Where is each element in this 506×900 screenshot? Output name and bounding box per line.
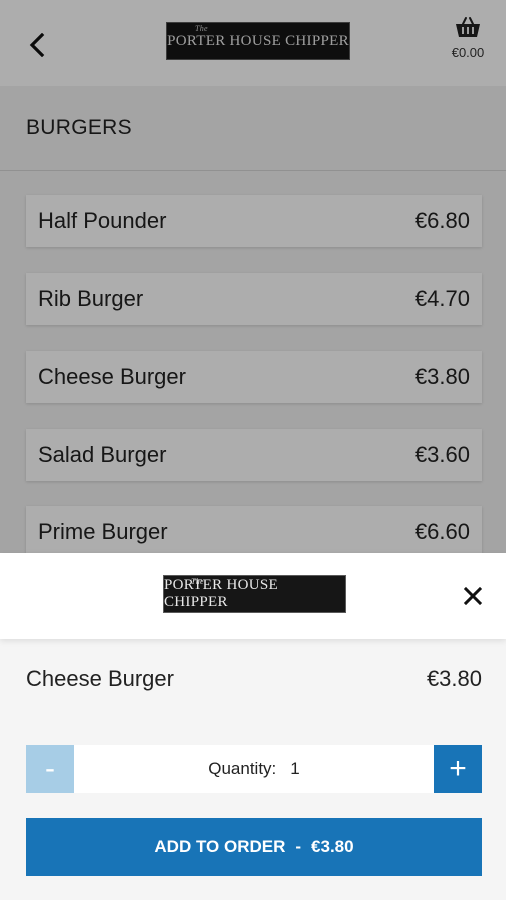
close-icon	[464, 587, 482, 605]
modal-backdrop[interactable]	[0, 0, 506, 553]
add-to-order-label: ADD TO ORDER	[154, 837, 286, 856]
logo-small-text: The	[191, 577, 204, 586]
selected-item-name: Cheese Burger	[26, 666, 174, 691]
decrease-quantity-button[interactable]: -	[26, 745, 74, 793]
quantity-label: Quantity:	[208, 759, 277, 778]
add-to-order-button[interactable]: ADD TO ORDER - €3.80	[26, 818, 482, 876]
increase-quantity-button[interactable]: +	[434, 745, 482, 793]
quantity-stepper: - Quantity: 1 +	[26, 745, 482, 793]
quantity-value: 1	[290, 759, 300, 778]
item-bottom-sheet: The PORTER HOUSE CHIPPER Cheese Burger €…	[0, 553, 506, 900]
selected-item-price: €3.80	[426, 666, 482, 691]
add-to-order-total: €3.80	[311, 837, 354, 856]
sheet-header: The PORTER HOUSE CHIPPER	[0, 553, 506, 639]
quantity-display: Quantity: 1	[74, 745, 434, 793]
close-button[interactable]	[462, 585, 484, 607]
add-to-order-separator: -	[295, 837, 302, 856]
brand-logo: The PORTER HOUSE CHIPPER	[163, 575, 346, 613]
